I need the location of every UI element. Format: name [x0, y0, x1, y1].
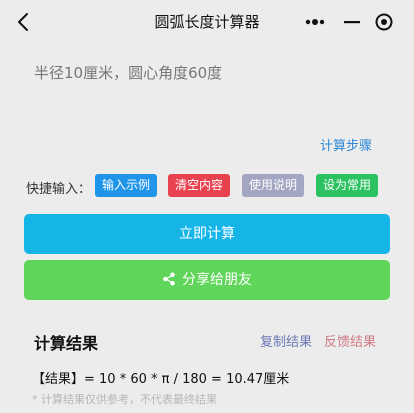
- usage-help-button[interactable]: 使用说明: [242, 174, 305, 197]
- copy-result-link[interactable]: 复制结果: [260, 331, 312, 350]
- capsule-menu: [298, 8, 398, 36]
- expression-input[interactable]: 半径10厘米，圆心角度60度: [34, 62, 394, 84]
- result-formula: 【结果】= 10 * 60 * π / 180 = 10.47厘米: [32, 372, 290, 387]
- nav-bar: 圆弧长度计算器: [0, 0, 414, 44]
- clear-content-button[interactable]: 清空内容: [168, 174, 231, 197]
- share-button-label: 分享给朋友: [182, 272, 252, 288]
- result-disclaimer: * 计算结果仅供参考，不代表最终结果: [32, 393, 217, 406]
- example-input-button[interactable]: 输入示例: [95, 174, 158, 197]
- feedback-result-link[interactable]: 反馈结果: [324, 331, 376, 350]
- set-favorite-button[interactable]: 设为常用: [316, 174, 379, 197]
- more-dots-icon[interactable]: [304, 12, 326, 32]
- result-heading: 计算结果: [34, 334, 99, 353]
- close-target-icon[interactable]: [374, 12, 394, 32]
- calculate-button-label: 立即计算: [179, 226, 235, 242]
- share-icon: [163, 272, 175, 286]
- minimize-icon[interactable]: [342, 12, 362, 32]
- calculate-button[interactable]: 立即计算: [24, 214, 390, 254]
- share-button[interactable]: 分享给朋友: [24, 260, 390, 300]
- calculation-steps-link[interactable]: 计算步骤: [320, 135, 372, 154]
- quick-input-label: 快捷输入：: [26, 182, 92, 197]
